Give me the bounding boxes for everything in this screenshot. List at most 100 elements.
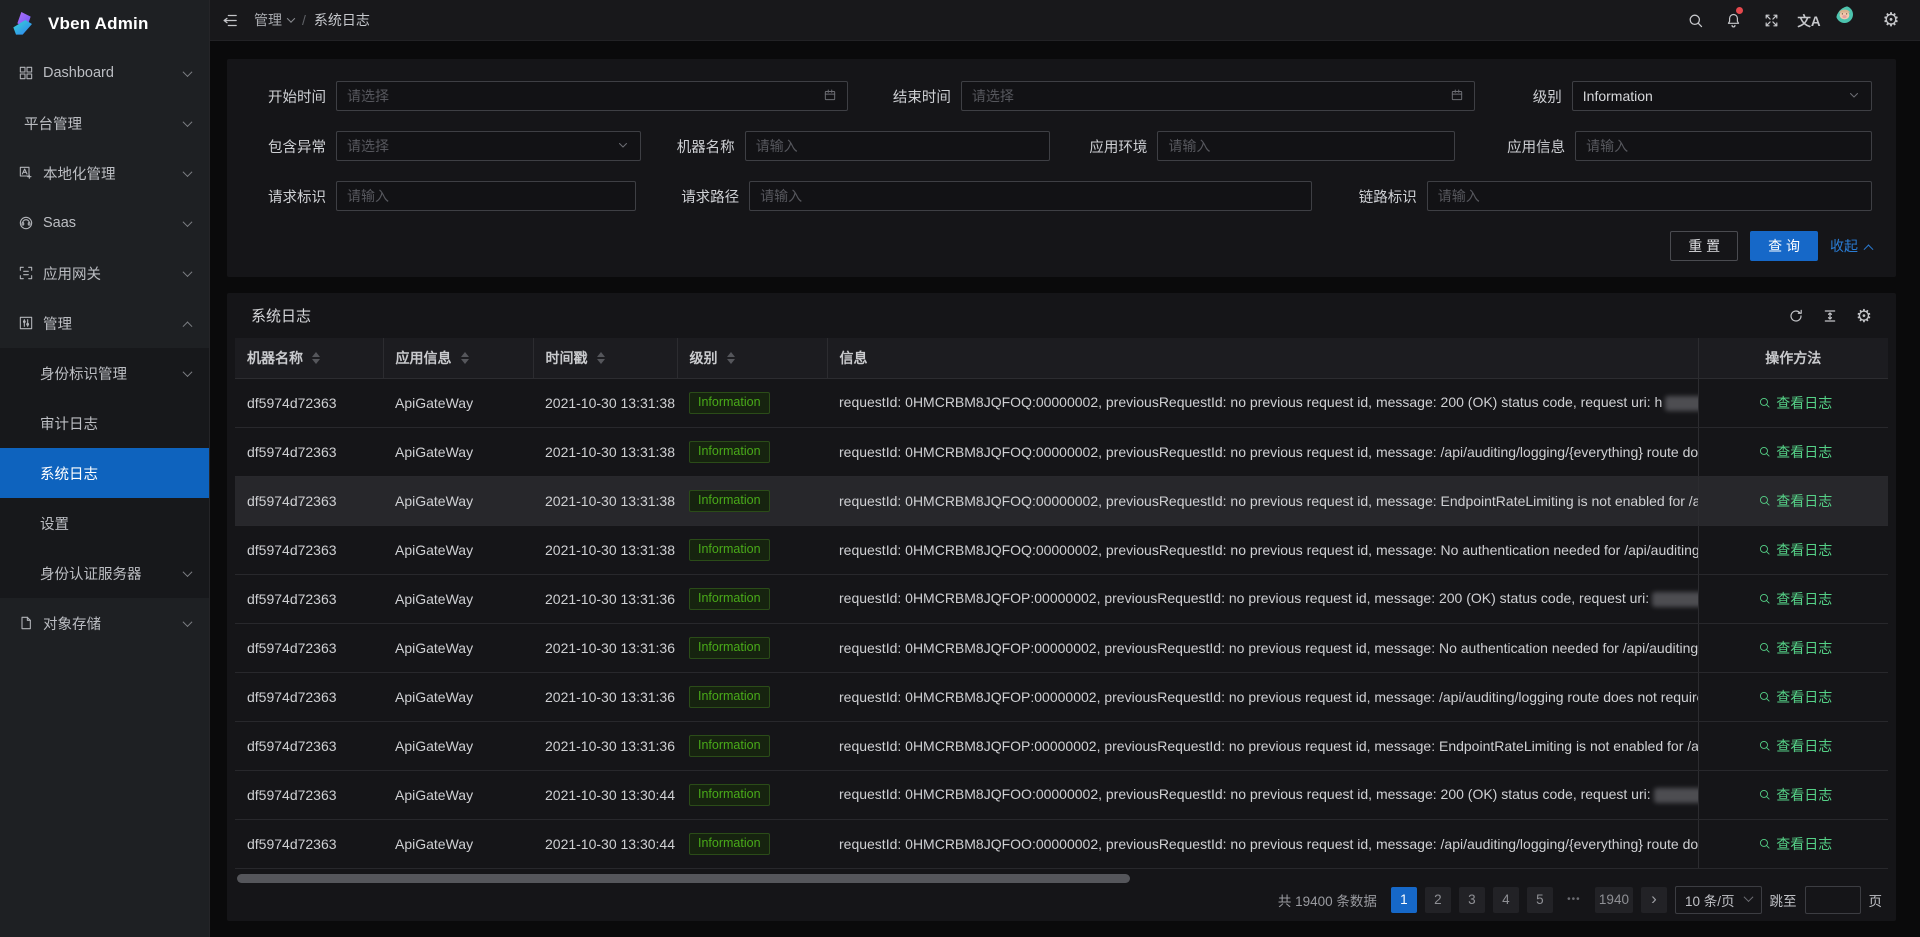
search-button-primary[interactable]: 查 询 <box>1750 231 1818 261</box>
request-id-input[interactable] <box>347 188 625 204</box>
request-path-field[interactable] <box>749 181 1312 211</box>
cell-machine-name: df5974d72363 <box>235 672 383 721</box>
page-button-1[interactable]: 1 <box>1391 887 1417 913</box>
table-row[interactable]: df5974d72363ApiGateWay2021-10-30 13:31:3… <box>235 721 1888 770</box>
filter-row-1: 开始时间 结束时间 级别 Information <box>262 81 1872 111</box>
end-time-input[interactable] <box>972 88 1450 104</box>
filter-actions: 重 置 查 询 收起 <box>262 231 1872 261</box>
table-row[interactable]: df5974d72363ApiGateWay2021-10-30 13:31:3… <box>235 574 1888 623</box>
menu-fold-button[interactable] <box>210 0 250 41</box>
magnifier-icon <box>1758 543 1771 556</box>
sidebar-item-auth-server[interactable]: 身份认证服务器 <box>0 548 209 598</box>
page-button-2[interactable]: 2 <box>1425 887 1451 913</box>
sidebar-item-saas[interactable]: Saas <box>0 198 209 248</box>
sort-icons[interactable] <box>727 352 735 364</box>
sidebar-item-identity-management[interactable]: 身份标识管理 <box>0 348 209 398</box>
table-row[interactable]: df5974d72363ApiGateWay2021-10-30 13:31:3… <box>235 378 1888 427</box>
sidebar-item-app-gateway[interactable]: 应用网关 <box>0 248 209 298</box>
view-log-link[interactable]: 查看日志 <box>1758 785 1832 805</box>
app-env-field[interactable] <box>1157 131 1455 161</box>
column-header-2[interactable]: 时间戳 <box>533 338 677 378</box>
column-header-0[interactable]: 机器名称 <box>235 338 383 378</box>
sidebar-item-platform-management[interactable]: 平台管理 <box>0 98 209 148</box>
table-settings-button[interactable]: ⚙ <box>1856 307 1872 325</box>
table-row[interactable]: df5974d72363ApiGateWay2021-10-30 13:30:4… <box>235 819 1888 868</box>
view-log-link[interactable]: 查看日志 <box>1758 638 1832 658</box>
row-height-button[interactable] <box>1822 308 1838 324</box>
cell-timestamp: 2021-10-30 13:31:36 <box>533 721 677 770</box>
next-page-button[interactable]: › <box>1641 887 1667 913</box>
sidebar-item-label: 管理 <box>43 313 184 334</box>
table-row[interactable]: df5974d72363ApiGateWay2021-10-30 13:31:3… <box>235 623 1888 672</box>
level-badge: Information <box>689 686 770 708</box>
view-log-link[interactable]: 查看日志 <box>1758 442 1832 462</box>
view-log-link[interactable]: 查看日志 <box>1758 687 1832 707</box>
sort-icons[interactable] <box>312 352 320 364</box>
sort-icons[interactable] <box>597 352 605 364</box>
view-log-link[interactable]: 查看日志 <box>1758 736 1832 756</box>
breadcrumb-item-management[interactable]: 管理 <box>254 10 294 30</box>
page-button-5[interactable]: 5 <box>1527 887 1553 913</box>
breadcrumb-label: 管理 <box>254 10 282 30</box>
trace-id-field[interactable] <box>1427 181 1872 211</box>
sidebar-item-management[interactable]: 管理 <box>0 298 209 348</box>
view-log-link[interactable]: 查看日志 <box>1758 589 1832 609</box>
table-row[interactable]: df5974d72363ApiGateWay2021-10-30 13:31:3… <box>235 427 1888 476</box>
request-id-field[interactable] <box>336 181 636 211</box>
start-time-input[interactable] <box>347 88 823 104</box>
app-info-field[interactable] <box>1575 131 1872 161</box>
horizontal-scrollbar-thumb[interactable] <box>237 874 1130 883</box>
settings-button[interactable]: ⚙ <box>1872 0 1910 41</box>
request-path-input[interactable] <box>760 188 1301 204</box>
sidebar-item-settings[interactable]: 设置 <box>0 498 209 548</box>
view-log-label: 查看日志 <box>1776 687 1832 707</box>
table-row[interactable]: df5974d72363ApiGateWay2021-10-30 13:31:3… <box>235 525 1888 574</box>
sidebar-item-audit-logs[interactable]: 审计日志 <box>0 398 209 448</box>
view-log-link[interactable]: 查看日志 <box>1758 491 1832 511</box>
pagination-total: 共 19400 条数据 <box>1278 890 1377 910</box>
view-log-link[interactable]: 查看日志 <box>1758 540 1832 560</box>
refresh-button[interactable] <box>1788 308 1804 324</box>
table-row[interactable]: df5974d72363ApiGateWay2021-10-30 13:31:3… <box>235 476 1888 525</box>
translate-button[interactable]: 文A <box>1790 0 1828 41</box>
column-header-1[interactable]: 应用信息 <box>383 338 533 378</box>
start-time-picker[interactable] <box>336 81 848 111</box>
app-info-input[interactable] <box>1586 138 1861 154</box>
trace-id-input[interactable] <box>1438 188 1861 204</box>
cell-message: requestId: 0HMCRBM8JQFOP:00000002, previ… <box>827 574 1698 623</box>
table-row[interactable]: df5974d72363ApiGateWay2021-10-30 13:30:4… <box>235 770 1888 819</box>
view-log-link[interactable]: 查看日志 <box>1758 834 1832 854</box>
app-env-input[interactable] <box>1168 138 1444 154</box>
cell-action: 查看日志 <box>1698 378 1888 427</box>
cell-action: 查看日志 <box>1698 574 1888 623</box>
reset-button[interactable]: 重 置 <box>1670 231 1738 261</box>
level-badge: Information <box>689 539 770 561</box>
sidebar-item-localization-management[interactable]: 本地化管理 <box>0 148 209 198</box>
sort-icons[interactable] <box>461 352 469 364</box>
cell-machine-name: df5974d72363 <box>235 574 383 623</box>
search-button[interactable] <box>1676 0 1714 41</box>
exception-select[interactable]: 请选择 <box>336 131 641 161</box>
machine-name-field[interactable] <box>745 131 1051 161</box>
page-button-4[interactable]: 4 <box>1493 887 1519 913</box>
view-log-link[interactable]: 查看日志 <box>1758 393 1832 413</box>
sidebar-item-system-logs[interactable]: 系统日志 <box>0 448 209 498</box>
page-button-3[interactable]: 3 <box>1459 887 1485 913</box>
jump-page-input[interactable] <box>1805 886 1861 914</box>
notification-button[interactable] <box>1714 0 1752 41</box>
collapse-filter-link[interactable]: 收起 <box>1830 236 1872 256</box>
logo[interactable]: Vben Admin <box>0 0 209 48</box>
sidebar-item-object-storage[interactable]: 对象存储 <box>0 598 209 648</box>
page-size-select[interactable]: 10 条/页 <box>1675 886 1762 914</box>
machine-name-input[interactable] <box>756 138 1040 154</box>
table-body: df5974d72363ApiGateWay2021-10-30 13:31:3… <box>235 378 1888 868</box>
end-time-picker[interactable] <box>961 81 1475 111</box>
cell-message: requestId: 0HMCRBM8JQFOQ:00000002, previ… <box>827 427 1698 476</box>
table-row[interactable]: df5974d72363ApiGateWay2021-10-30 13:31:3… <box>235 672 1888 721</box>
user-menu[interactable] <box>1828 0 1872 41</box>
fullscreen-button[interactable] <box>1752 0 1790 41</box>
sidebar-item-dashboard[interactable]: Dashboard <box>0 48 209 98</box>
column-header-3[interactable]: 级别 <box>677 338 827 378</box>
page-button-1940[interactable]: 1940 <box>1595 887 1633 913</box>
level-select[interactable]: Information <box>1572 81 1872 111</box>
